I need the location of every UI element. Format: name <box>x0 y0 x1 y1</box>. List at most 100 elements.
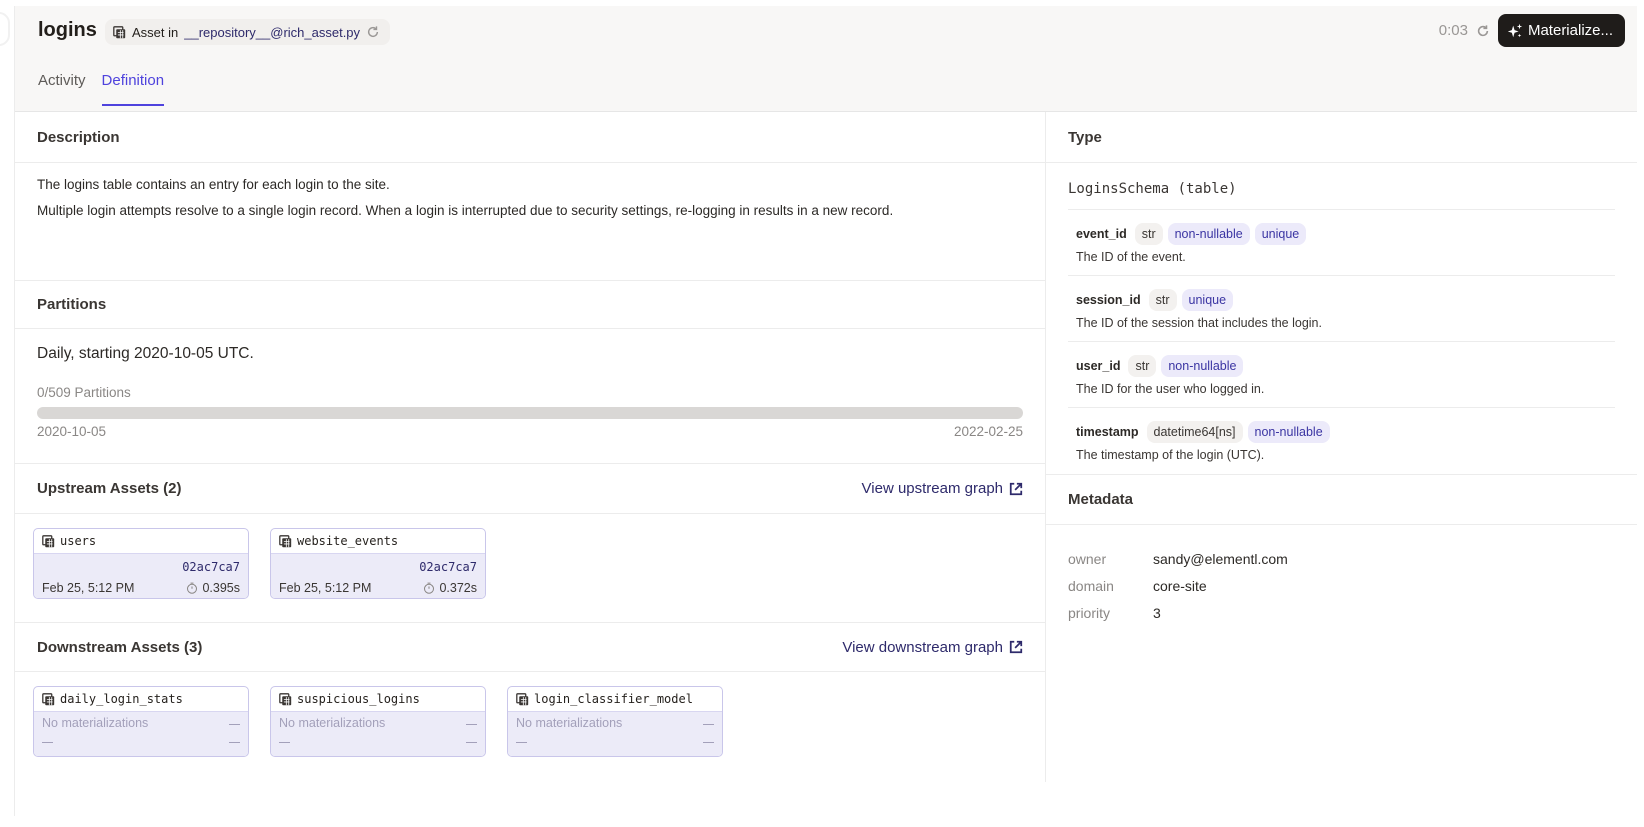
sparkle-icon <box>1507 23 1523 37</box>
empty-dash <box>516 742 527 743</box>
metadata-heading: Metadata <box>1068 491 1134 508</box>
column-type-badge: str <box>1128 355 1157 377</box>
constraint-badge: unique <box>1181 289 1234 311</box>
materialization-status: No materializations <box>279 716 386 730</box>
asset-location-tag: Asset in __repository__@rich_asset.py <box>105 19 391 45</box>
timer-icon <box>187 582 198 594</box>
schema-name: LoginsSchema (table) <box>1068 163 1615 210</box>
downstream-heading: Downstream Assets (3) <box>37 638 203 656</box>
constraint-badge: non-nullable <box>1167 223 1250 245</box>
partition-start-date: 2020-10-05 <box>37 424 107 439</box>
asset-prefix: Asset in <box>132 24 179 40</box>
tab-definition[interactable]: Definition <box>101 72 164 106</box>
asset-card[interactable]: users 02ac7ca7 Feb 25, 5:12 PM 0.395s <box>33 528 249 599</box>
schema-column-row: timestamp datetime64[ns] non-nullable Th… <box>1068 408 1615 474</box>
refresh-icon[interactable] <box>1476 24 1490 38</box>
empty-dash <box>229 742 240 743</box>
materialization-status: No materializations <box>42 716 149 730</box>
schema-column-row: event_id str non-nullable unique The ID … <box>1068 210 1615 276</box>
description-heading: Description <box>37 128 120 146</box>
column-type-badge: str <box>1134 223 1163 245</box>
metadata-value: core-site <box>1153 577 1207 594</box>
downstream-asset-cards: daily_login_stats No materializations su… <box>15 672 1045 782</box>
metadata-value: 3 <box>1153 604 1161 621</box>
asset-name: users <box>60 534 97 548</box>
refresh-timer: 0:03 <box>1438 22 1468 39</box>
view-upstream-graph-link[interactable]: View upstream graph <box>862 480 1023 497</box>
column-description: The timestamp of the login (UTC). <box>1076 448 1265 462</box>
view-downstream-graph-label: View downstream graph <box>842 638 1003 656</box>
materialization-status: No materializations <box>516 716 623 730</box>
background-page-edge <box>0 0 14 827</box>
description-paragraph: Multiple login attempts resolve to a sin… <box>37 203 894 218</box>
partition-count: 0/509 Partitions <box>37 385 131 400</box>
partitions-section: Partitions Daily, starting 2020-10-05 UT… <box>15 281 1045 464</box>
asset-name: daily_login_stats <box>60 692 183 706</box>
empty-dash <box>466 724 477 725</box>
partition-summary: Daily, starting 2020-10-05 UTC. <box>37 345 254 362</box>
timer-icon <box>424 582 435 594</box>
constraint-badge: non-nullable <box>1247 421 1330 443</box>
column-description: The ID of the session that includes the … <box>1076 316 1322 330</box>
asset-card[interactable]: website_events 02ac7ca7 Feb 25, 5:12 PM … <box>270 528 486 599</box>
upstream-section: Upstream Assets (2) View upstream graph … <box>15 464 1045 623</box>
empty-dash <box>279 742 290 743</box>
table-icon <box>516 692 529 706</box>
materialization-date: Feb 25, 5:12 PM <box>42 581 135 595</box>
asset-header: logins Asset in __repository__@rich_asse… <box>15 6 1637 112</box>
run-id-link[interactable]: 02ac7ca7 <box>182 560 240 574</box>
asset-card[interactable]: daily_login_stats No materializations <box>33 686 249 757</box>
upstream-header: Upstream Assets (2) View upstream graph <box>15 464 1045 514</box>
partition-range: 2020-10-05 2022-02-25 <box>37 424 1023 439</box>
type-body: LoginsSchema (table) event_id str non-nu… <box>1046 163 1637 474</box>
metadata-row: domain core-site <box>1068 572 1615 599</box>
table-icon <box>113 25 126 39</box>
type-header: Type <box>1046 112 1637 163</box>
duration-value: 0.395s <box>202 581 240 595</box>
empty-dash <box>466 742 477 743</box>
asset-card[interactable]: login_classifier_model No materializatio… <box>507 686 723 757</box>
description-section: Description The logins table contains an… <box>15 112 1045 281</box>
asset-card[interactable]: suspicious_logins No materializations <box>270 686 486 757</box>
header-actions: 0:03 Materialize... <box>1439 14 1625 47</box>
schema-column-row: user_id str non-nullable The ID for the … <box>1068 342 1615 408</box>
run-id-link[interactable]: 02ac7ca7 <box>419 560 477 574</box>
empty-dash <box>703 742 714 743</box>
metadata-body: owner sandy@elementl.com domain core-sit… <box>1046 525 1637 626</box>
definition-side-column: Type LoginsSchema (table) event_id str n… <box>1045 112 1637 782</box>
partitions-heading: Partitions <box>37 296 107 313</box>
type-section: Type LoginsSchema (table) event_id str n… <box>1046 112 1637 475</box>
asset-name: login_classifier_model <box>534 692 693 706</box>
background-decoration <box>0 12 10 46</box>
column-type-badge: datetime64[ns] <box>1146 421 1243 443</box>
column-name: session_id <box>1076 293 1141 307</box>
view-downstream-graph-link[interactable]: View downstream graph <box>842 639 1023 656</box>
column-name: timestamp <box>1076 425 1139 439</box>
materialize-button[interactable]: Materialize... <box>1497 14 1625 47</box>
description-paragraph: The logins table contains an entry for e… <box>37 177 390 192</box>
metadata-header: Metadata <box>1046 475 1637 525</box>
metadata-row: owner sandy@elementl.com <box>1068 545 1615 572</box>
repository-link[interactable]: __repository__@rich_asset.py <box>184 25 360 40</box>
partition-health-bar[interactable] <box>37 407 1023 419</box>
empty-dash <box>229 724 240 725</box>
table-icon <box>42 692 55 706</box>
column-name: user_id <box>1076 359 1121 373</box>
open-in-new-icon <box>1009 482 1023 495</box>
downstream-header: Downstream Assets (3) View downstream gr… <box>15 623 1045 672</box>
column-description: The ID for the user who logged in. <box>1076 382 1265 396</box>
partitions-header: Partitions <box>15 281 1045 329</box>
tab-activity[interactable]: Activity <box>38 72 86 105</box>
tab-bar: Activity Definition <box>38 72 164 106</box>
upstream-asset-cards: users 02ac7ca7 Feb 25, 5:12 PM 0.395s we… <box>15 514 1045 623</box>
constraint-badge: non-nullable <box>1161 355 1244 377</box>
page-title: logins <box>38 19 97 41</box>
metadata-section: Metadata owner sandy@elementl.com domain… <box>1046 475 1637 626</box>
definition-main-column: Description The logins table contains an… <box>15 112 1045 782</box>
upstream-heading: Upstream Assets (2) <box>37 480 182 497</box>
materialization-date: Feb 25, 5:12 PM <box>279 581 372 595</box>
asset-name: suspicious_logins <box>297 692 420 706</box>
empty-dash <box>42 742 53 743</box>
reload-repository-icon[interactable] <box>366 25 380 39</box>
table-icon <box>42 534 55 548</box>
